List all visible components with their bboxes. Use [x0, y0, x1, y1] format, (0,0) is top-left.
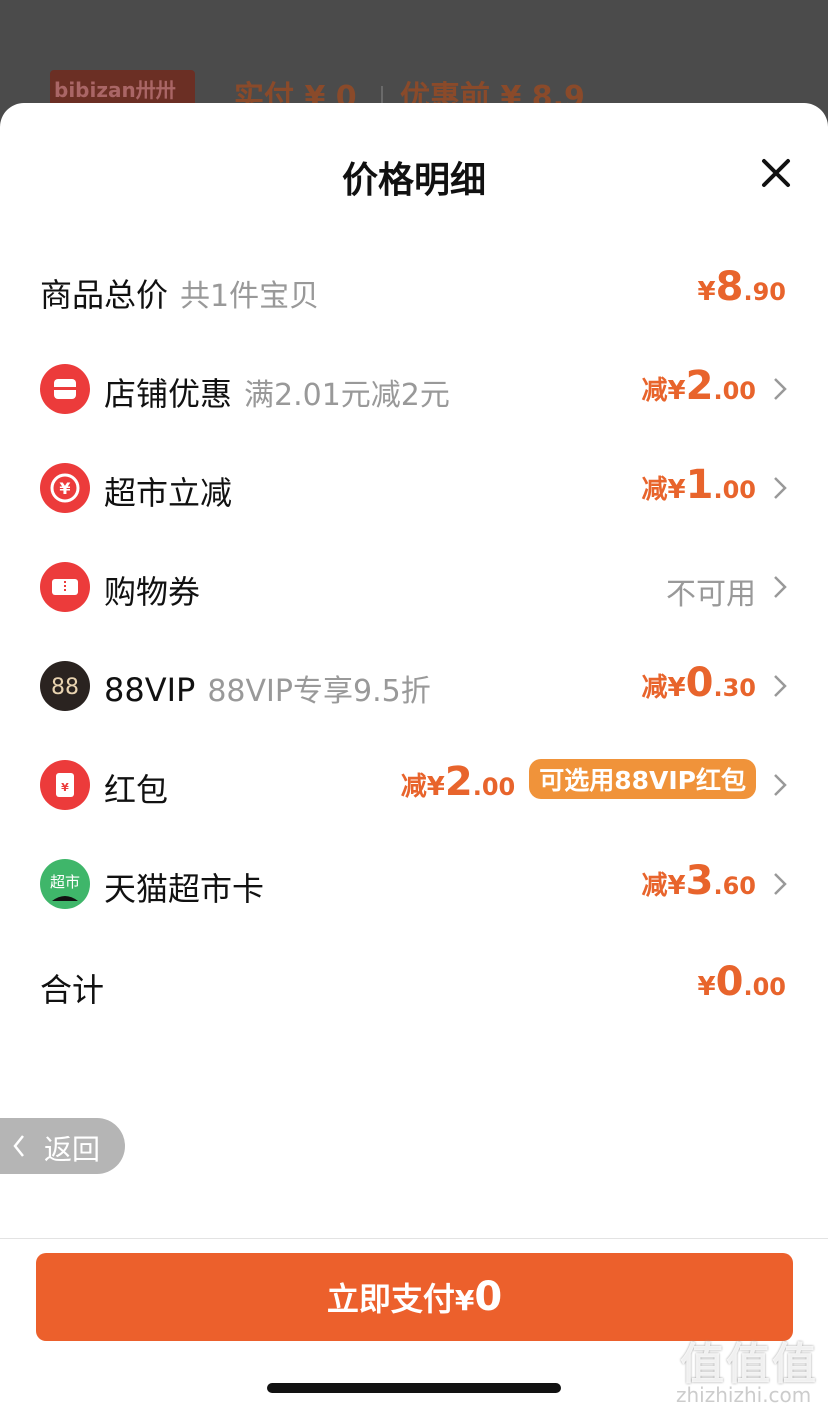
row-sub: 满2.01元减2元	[244, 378, 450, 413]
row-sub: 88VIP专享9.5折	[207, 674, 431, 709]
row-amount: 减¥2.00	[641, 363, 756, 409]
tmall-supermarket-card-icon: 超市	[40, 859, 90, 909]
row-sub: 共1件宝贝	[180, 279, 320, 314]
row-label: 商品总价	[40, 276, 169, 314]
row-goods-total: 商品总价 共1件宝贝 ¥8.90	[0, 260, 828, 320]
row-amount: 减¥3.60	[641, 858, 756, 904]
home-indicator	[267, 1383, 561, 1393]
chevron-right-icon	[772, 476, 788, 500]
row-tmall-supermarket-card[interactable]: 超市 天猫超市卡 减¥3.60	[0, 854, 828, 914]
red-packet-icon: ¥	[40, 760, 90, 810]
row-label: 购物券	[104, 573, 201, 611]
chevron-right-icon	[772, 872, 788, 896]
row-shop-discount[interactable]: 店铺优惠 满2.01元减2元 减¥2.00	[0, 359, 828, 419]
row-amount: 不可用	[666, 569, 756, 613]
unavailable-status: 不可用	[666, 577, 756, 612]
shop-icon	[40, 364, 90, 414]
chevron-right-icon	[772, 773, 788, 797]
coupon-icon	[40, 562, 90, 612]
watermark-url: zhizhizhi.com	[676, 1383, 812, 1407]
chevron-right-icon	[772, 377, 788, 401]
row-amount: ¥0.00	[697, 959, 786, 1005]
row-grand-total: 合计 ¥0.00	[0, 955, 828, 1015]
row-amount: 减¥1.00	[641, 462, 756, 508]
back-label: 返回	[44, 1133, 101, 1166]
row-supermarket-discount[interactable]: ¥ 超市立减 减¥1.00	[0, 458, 828, 518]
row-label: 超市立减	[104, 474, 233, 512]
chevron-right-icon	[772, 674, 788, 698]
row-shopping-coupon[interactable]: 购物券 不可用	[0, 557, 828, 617]
chevron-right-icon	[772, 575, 788, 599]
row-label: 店铺优惠	[104, 375, 233, 413]
row-amount: 减¥2.00 可选用88VIP红包	[401, 759, 756, 805]
divider	[0, 1238, 828, 1239]
chevron-left-icon	[12, 1134, 26, 1162]
sheet-title: 价格明细	[341, 160, 486, 201]
vip-red-packet-badge[interactable]: 可选用88VIP红包	[529, 759, 756, 799]
row-label: 合计	[40, 971, 105, 1009]
back-button[interactable]: 返回	[0, 1118, 125, 1174]
row-88vip[interactable]: 88 88VIP 88VIP专享9.5折 减¥0.30	[0, 656, 828, 716]
svg-text:¥: ¥	[61, 781, 69, 794]
row-label: 天猫超市卡	[104, 870, 265, 908]
row-amount: 减¥0.30	[641, 660, 756, 706]
yen-discount-icon: ¥	[40, 463, 90, 513]
background-page: bibizan卅卅翠 实付 ¥ 0 优惠前 ¥ 8.9	[0, 0, 828, 115]
row-label: 红包	[104, 771, 169, 809]
close-icon[interactable]	[756, 153, 796, 193]
svg-text:88: 88	[51, 675, 79, 700]
price-detail-sheet: 价格明细 商品总价 共1件宝贝 ¥8.90 店铺优惠 满2.01元减2元 减¥2.0…	[0, 103, 828, 1413]
svg-text:超市: 超市	[50, 873, 80, 891]
row-red-packet[interactable]: ¥ 红包 减¥2.00 可选用88VIP红包	[0, 755, 828, 815]
row-amount: ¥8.90	[697, 264, 786, 310]
row-label: 88VIP	[104, 671, 196, 709]
svg-text:¥: ¥	[59, 479, 70, 498]
88vip-icon: 88	[40, 661, 90, 711]
